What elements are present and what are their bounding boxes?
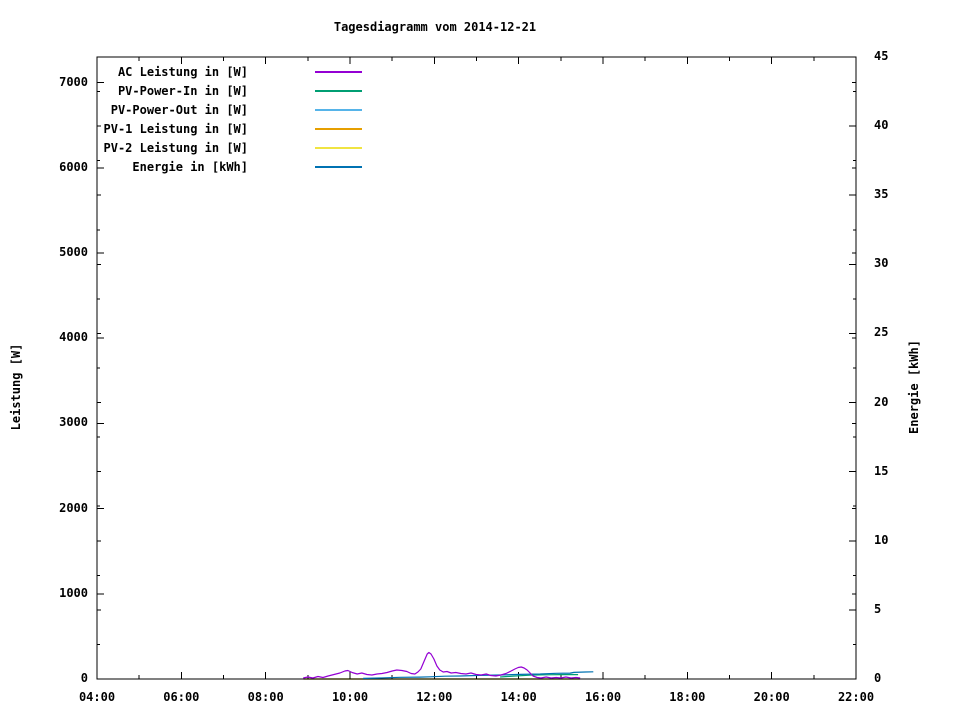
x-tick-label: 08:00: [247, 690, 284, 704]
x-tick-label: 18:00: [669, 690, 706, 704]
y2-tick-label: 25: [874, 325, 889, 340]
y1-tick-label: 2000: [59, 500, 88, 515]
legend-entry: PV-Power-Out in [W]: [95, 100, 362, 119]
chart-canvas: Tagesdiagramm vom 2014-12-21 Leistung [W…: [0, 0, 960, 720]
legend-entry: Energie in [kWh]: [95, 157, 362, 176]
legend-entry-line-sample: [315, 127, 362, 130]
y2-tick-label: 30: [874, 256, 889, 271]
legend-entry-label: PV-1 Leistung in [W]: [103, 121, 249, 136]
legend-entry-line-sample: [315, 89, 362, 92]
y2-tick-label: 0: [874, 671, 882, 685]
y1-tick-label: 4000: [59, 330, 88, 345]
legend-entry-label: PV-Power-In in [W]: [117, 83, 248, 98]
y2-tick-label: 5: [874, 601, 882, 616]
y1-tick-label: 1000: [59, 585, 88, 600]
x-tick-label: 12:00: [416, 690, 453, 704]
legend-entry: PV-Power-In in [W]: [95, 81, 362, 100]
legend-entry: PV-1 Leistung in [W]: [95, 119, 362, 138]
y2-tick-label: 15: [874, 463, 889, 478]
legend: AC Leistung in [W] PV-Power-In in [W] PV-P…: [95, 62, 362, 176]
y1-tick-label: 7000: [59, 74, 88, 89]
x-tick-label: 16:00: [584, 690, 622, 704]
y1-tick-label: 5000: [59, 244, 88, 259]
legend-entry: PV-2 Leistung in [W]: [95, 138, 362, 157]
x-tick-label: 20:00: [753, 690, 790, 704]
legend-entry: AC Leistung in [W]: [95, 62, 362, 81]
x-tick-label: 10:00: [331, 690, 369, 704]
legend-entry-line-sample: [315, 108, 362, 111]
legend-entry-label: PV-2 Leistung in [W]: [103, 140, 249, 155]
y1-tick-label: 0: [80, 671, 88, 685]
y1-tick-label: 6000: [59, 159, 88, 174]
legend-entry-label: AC Leistung in [W]: [117, 64, 248, 79]
legend-entry-label: Energie in [kWh]: [132, 159, 248, 174]
y2-tick-label: 40: [874, 118, 889, 133]
x-tick-label: 14:00: [500, 690, 537, 704]
legend-entry-label: PV-Power-Out in [W]: [110, 102, 248, 117]
x-tick-label: 06:00: [163, 690, 200, 704]
y2-tick-label: 45: [874, 49, 889, 63]
x-tick-label: 04:00: [78, 690, 116, 704]
legend-entry-line-sample: [315, 70, 362, 73]
y1-tick-label: 3000: [59, 415, 88, 430]
y2-tick-label: 20: [874, 394, 889, 409]
legend-entry-line-sample: [315, 165, 362, 168]
y2-tick-label: 10: [874, 532, 889, 547]
legend-entry-line-sample: [315, 146, 362, 149]
x-tick-label: 22:00: [837, 690, 875, 704]
y2-tick-label: 35: [874, 187, 889, 202]
